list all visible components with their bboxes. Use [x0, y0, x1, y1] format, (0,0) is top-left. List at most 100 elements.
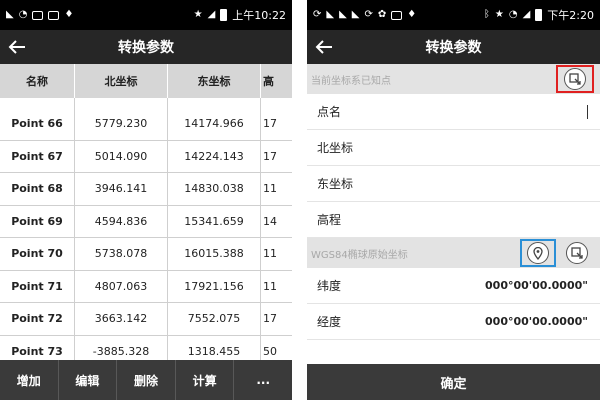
cell-name: Point 67 — [0, 140, 75, 172]
back-button[interactable] — [0, 30, 34, 64]
cell-name: Point 69 — [0, 205, 75, 237]
field-label: 点名 — [317, 105, 342, 119]
back-button[interactable] — [307, 30, 341, 64]
app-bar: 转换参数 — [307, 30, 600, 64]
field-label: 经度 — [317, 315, 342, 329]
status-time: 上午10:22 — [232, 9, 286, 22]
pin-icon: ♦ — [407, 9, 417, 20]
edit-button[interactable]: 编辑 — [59, 360, 118, 400]
wifi-icon: ◔ — [508, 9, 518, 20]
table-row[interactable]: Point 71 4807.063 17921.156 11 — [0, 270, 292, 303]
field-label: 北坐标 — [317, 141, 354, 155]
table-row[interactable]: Point 69 4594.836 15341.659 14 — [0, 205, 292, 238]
app-bar: 转换参数 — [0, 30, 292, 64]
cell-east: 14830.038 — [168, 173, 261, 205]
settings-icon: ✿ — [377, 9, 387, 20]
cell-east: 14174.966 — [168, 108, 261, 140]
column-header-name[interactable]: 名称 — [0, 64, 75, 98]
sync-icon: ⟳ — [364, 9, 373, 20]
status-bar: ⟳ ◣ ◣ ◣ ⟳ ✿ ♦ ᛒ ★ ◔ ◢ 下午2:20 — [307, 0, 600, 30]
column-header-height[interactable]: 高 — [261, 64, 292, 98]
table-row[interactable]: Point 70 5738.078 16015.388 11 — [0, 238, 292, 271]
table-row[interactable]: Point 67 5014.090 14224.143 17 — [0, 140, 292, 173]
left-screen: ◣ ◔ ♦ ★ ◢ 上午10:22 转换参数 名称 北坐标 东坐标 高 Poin… — [0, 0, 292, 400]
star-icon: ★ — [494, 9, 504, 20]
cell-height: 11 — [263, 182, 277, 196]
message-icon — [32, 10, 44, 20]
cell-north: 3663.142 — [75, 303, 168, 335]
north-field[interactable]: 北坐标 — [307, 130, 600, 166]
section-title: WGS84椭球原始坐标 — [311, 249, 408, 261]
cell-north: 5779.230 — [75, 108, 168, 140]
page-title: 转换参数 — [118, 40, 174, 56]
cell-north: 5014.090 — [75, 140, 168, 172]
battery-icon — [535, 9, 543, 21]
east-field[interactable]: 东坐标 — [307, 166, 600, 202]
point-name-field[interactable]: 点名 — [307, 94, 600, 130]
table-body: Point 66 5779.230 14174.966 17 Point 67 … — [0, 108, 292, 368]
pin-icon: ♦ — [64, 9, 74, 20]
cell-name: Point 71 — [0, 270, 75, 302]
more-button[interactable]: ... — [234, 360, 292, 400]
height-field[interactable]: 高程 — [307, 202, 600, 238]
cell-height: 17 — [263, 312, 277, 326]
cell-signal-icon: ◢ — [522, 9, 531, 20]
import-point-button[interactable] — [564, 68, 586, 90]
cell-name: Point 66 — [0, 108, 75, 140]
latitude-value: 000°00'00.0000" — [485, 279, 588, 292]
cell-east: 16015.388 — [168, 238, 261, 270]
table-spacer — [0, 98, 292, 108]
signal-icon: ◣ — [351, 9, 360, 20]
delete-button[interactable]: 删除 — [117, 360, 176, 400]
location-pin-icon — [533, 246, 543, 260]
latitude-field[interactable]: 纬度 000°00'00.0000" — [307, 268, 600, 304]
cell-name: Point 72 — [0, 303, 75, 335]
known-point-section-header: 当前坐标系已知点 — [307, 64, 600, 94]
notification-icon — [48, 10, 60, 20]
status-time: 下午2:20 — [547, 9, 594, 22]
import-point-icon — [571, 247, 583, 259]
battery-icon — [220, 9, 228, 21]
add-button[interactable]: 增加 — [0, 360, 59, 400]
cell-height: 17 — [263, 149, 277, 163]
cell-east: 14224.143 — [168, 140, 261, 172]
text-cursor — [587, 104, 588, 119]
page-title: 转换参数 — [425, 40, 482, 56]
field-label: 东坐标 — [317, 177, 354, 191]
longitude-field[interactable]: 经度 000°00'00.0000" — [307, 304, 600, 340]
cell-north: 5738.078 — [75, 238, 168, 270]
table-row[interactable]: Point 68 3946.141 14830.038 11 — [0, 173, 292, 206]
cell-name: Point 68 — [0, 173, 75, 205]
right-screen: ⟳ ◣ ◣ ◣ ⟳ ✿ ♦ ᛒ ★ ◔ ◢ 下午2:20 转换参数 当前坐标系已… — [307, 0, 600, 400]
cell-east: 15341.659 — [168, 205, 261, 237]
cell-north: 4807.063 — [75, 270, 168, 302]
arrow-left-icon — [8, 40, 25, 54]
table-header: 名称 北坐标 东坐标 高 — [0, 64, 292, 98]
table-row[interactable]: Point 66 5779.230 14174.966 17 — [0, 108, 292, 141]
import-coordinate-button[interactable] — [566, 242, 588, 264]
status-bar: ◣ ◔ ♦ ★ ◢ 上午10:22 — [0, 0, 292, 30]
location-button[interactable] — [527, 242, 549, 264]
cell-name: Point 70 — [0, 238, 75, 270]
cell-east: 7552.075 — [168, 303, 261, 335]
cell-height: 14 — [263, 214, 277, 228]
cell-height: 17 — [263, 117, 277, 131]
confirm-button[interactable]: 确定 — [307, 364, 600, 400]
field-label: 纬度 — [317, 279, 342, 293]
longitude-value: 000°00'00.0000" — [485, 315, 588, 328]
section-title: 当前坐标系已知点 — [311, 75, 391, 87]
notification-icon — [391, 10, 403, 20]
import-point-icon — [569, 73, 581, 85]
arrow-left-icon — [315, 40, 332, 54]
screen-divider — [292, 0, 307, 400]
cell-north: 4594.836 — [75, 205, 168, 237]
cell-height: 11 — [263, 279, 277, 293]
table-row[interactable]: Point 72 3663.142 7552.075 17 — [0, 303, 292, 336]
calculate-button[interactable]: 计算 — [176, 360, 235, 400]
wgs84-section-header: WGS84椭球原始坐标 — [307, 238, 600, 268]
column-header-north[interactable]: 北坐标 — [75, 64, 168, 98]
field-label: 高程 — [317, 213, 342, 227]
bluetooth-icon: ᛒ — [483, 9, 490, 20]
column-header-east[interactable]: 东坐标 — [168, 64, 261, 98]
cell-east: 17921.156 — [168, 270, 261, 302]
